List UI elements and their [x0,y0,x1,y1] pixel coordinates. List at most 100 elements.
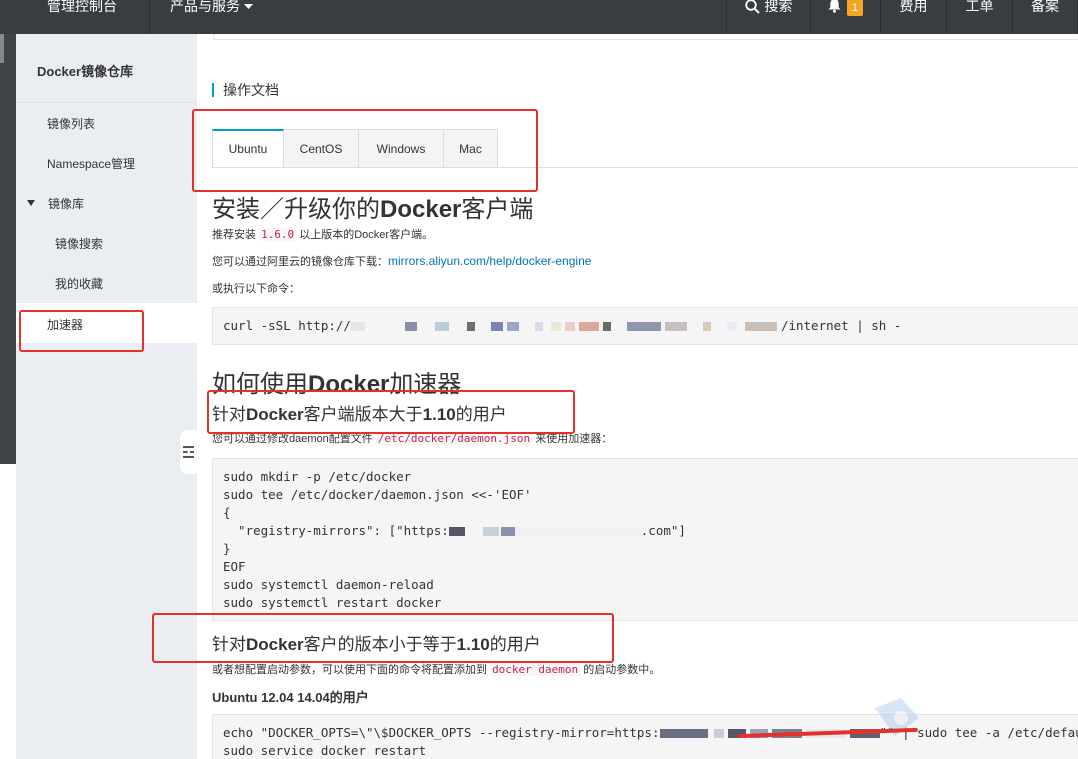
tab-ubuntu[interactable]: Ubuntu [212,129,284,168]
redacted-block [482,527,499,536]
sidebar-item-image-search[interactable]: 镜像搜索 [16,223,197,263]
search-button[interactable]: 搜索 [726,0,810,34]
sidebar-item-image-list[interactable]: 镜像列表 [16,103,197,143]
code-line: sudo systemctl restart docker [223,595,442,610]
record-label: 备案 [1031,0,1059,14]
notifications-button[interactable]: 1 [810,0,880,34]
redacted-block [506,322,519,331]
heading-part: 1.10 [422,405,456,424]
heading-part: 客户端 [461,196,534,223]
code-line: } [223,541,231,556]
redacted-block [564,322,575,331]
top-navbar: 管理控制台 产品与服务 搜索 1 费用 工单 备案 [0,0,1078,34]
code-line: sudo systemctl daemon-reload [223,577,434,592]
sidebar-item-label: 镜像列表 [47,116,96,131]
code-line: { [223,505,231,520]
menu-collapse-icon [183,446,194,458]
ubuntu-users-heading: Ubuntu 12.04 14.04的用户 [212,690,369,705]
heading-part: 的用户 [455,405,507,424]
code-part: /internet | sh - [780,318,902,333]
product-rail-indicator [0,34,4,63]
heading-part: 针对 [212,405,246,424]
download-link[interactable]: mirrors.aliyun.com/help/docker-engine [388,254,591,268]
tab-label: Windows [376,141,426,156]
redacted-block [578,322,599,331]
heading-part: Docker [246,635,304,654]
fee-link[interactable]: 费用 [880,0,946,34]
redacted-block [550,322,561,331]
code-part: .com"] [640,523,686,538]
download-text: 您可以通过阿里云的镜像仓库下载：mirrors.aliyun.com/help/… [212,253,591,269]
sidebar-item-label: 加速器 [47,318,84,332]
heading-part: 的用户 [489,635,541,654]
caret-down-icon [27,200,35,206]
daemon-config-text: 您可以通过修改daemon配置文件 /etc/docker/daemon.jso… [212,430,612,446]
heading-part: 加速器 [389,371,462,398]
tab-label: CentOS [299,141,343,156]
console-link[interactable]: 管理控制台 [0,0,149,34]
version-le-heading: 针对Docker客户的版本小于等于1.10的用户 [212,630,541,655]
os-tabs: Ubuntu CentOS Windows Mac [212,129,498,168]
fee-label: 费用 [899,0,928,14]
redacted-block [404,322,417,331]
sidebar-item-favorites[interactable]: 我的收藏 [16,263,197,303]
tab-divider [212,167,1078,168]
redacted-block [350,322,365,331]
record-link[interactable]: 备案 [1012,0,1078,34]
heading-part: Docker [246,405,304,424]
version-gt-heading: 针对Docker客户端版本大于1.10的用户 [212,400,507,425]
text-part: 推荐安装 [212,229,260,241]
code-part: "registry-mirrors": ["https: [223,523,449,538]
redacted-block [466,322,475,331]
recommend-text: 推荐安装 1.6.0 以上版本的Docker客户端。 [212,226,433,242]
heading-part: Docker [380,196,462,223]
text-part: 您可以通过修改daemon配置文件 [212,433,376,445]
sidebar-item-label: Namespace管理 [47,156,136,171]
code-line: sudo mkdir -p /etc/docker [223,469,412,484]
main-content: 操作文档 Ubuntu CentOS Windows Mac 安装／升级你的Do… [197,34,1078,759]
heading-part: 1.10 [456,635,490,654]
heading-part: 针对 [212,635,246,654]
redacted-block [500,527,515,536]
ticket-label: 工单 [965,0,994,14]
sidebar-item-repository[interactable]: 镜像库 [16,183,197,223]
sidebar-item-namespace[interactable]: Namespace管理 [16,143,197,183]
heading-part: 客户端版本大于 [303,405,423,424]
install-heading: 安装／升级你的Docker客户端 [212,189,533,224]
sidebar-item-accelerator[interactable]: 加速器 [16,303,197,343]
heading-part: 如何使用 [212,371,308,398]
caret-down-icon [244,4,253,9]
redacted-block [534,322,543,331]
tab-label: Mac [459,141,482,156]
text-part: 的启动参数中。 [580,664,661,676]
redacted-block [448,527,465,536]
tab-mac[interactable]: Mac [444,129,498,168]
tab-centos[interactable]: CentOS [284,129,359,168]
heading-part: 客户的版本小于等于 [303,635,457,654]
sidebar-item-label: 我的收藏 [55,276,104,291]
redacted-block [514,527,641,536]
redacted-block [626,322,661,331]
sidebar-collapse-handle[interactable] [180,430,197,474]
heading-part: Docker [308,371,390,398]
ticket-link[interactable]: 工单 [946,0,1012,34]
redacted-block [602,322,611,331]
text-part: 您可以通过阿里云的镜像仓库下载： [212,256,388,268]
code-line: EOF [223,559,246,574]
sidebar-item-label: 镜像搜索 [55,236,104,251]
version-code: 1.6.0 [259,228,297,241]
daemon-file-code: /etc/docker/daemon.json [375,432,533,445]
sidebar: Docker镜像仓库 镜像列表 Namespace管理 镜像库 镜像搜索 我的收… [16,34,197,759]
startup-param-text: 或者想配置启动参数，可以使用下面的命令将配置添加到 docker daemon … [212,661,660,677]
redacted-block [659,729,708,738]
products-label: 产品与服务 [170,0,240,14]
sidebar-item-label: 镜像库 [48,196,85,211]
redacted-block [713,729,724,738]
tab-windows[interactable]: Windows [359,129,444,168]
products-menu[interactable]: 产品与服务 [149,0,275,34]
redacted-block [664,322,687,331]
code-line-echo: echo "DOCKER_OPTS=\"\$DOCKER_OPTS --regi… [223,724,1078,742]
redacted-block [434,322,449,331]
echo-code-block: echo "DOCKER_OPTS=\"\$DOCKER_OPTS --regi… [212,714,1078,759]
sidebar-title: Docker镜像仓库 [16,34,197,103]
